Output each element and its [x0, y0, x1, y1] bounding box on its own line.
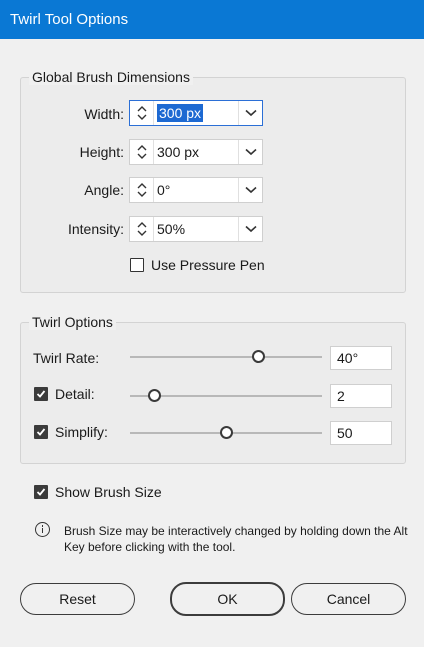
height-value[interactable]: 300 px [154, 140, 238, 164]
pressure-pen-checkbox[interactable] [130, 258, 144, 272]
angle-label: Angle: [84, 182, 124, 198]
intensity-label: Intensity: [67, 221, 124, 237]
checkmark-icon [36, 488, 46, 496]
height-combo[interactable]: 300 px [129, 139, 263, 165]
info-text: Brush Size may be interactively changed … [64, 524, 408, 554]
width-value[interactable]: 300 px [154, 101, 238, 125]
brush-dimensions-label: Global Brush Dimensions [29, 69, 193, 85]
checkmark-icon [36, 390, 46, 398]
width-spinner[interactable] [130, 101, 154, 125]
show-brush-size-label: Show Brush Size [55, 484, 162, 500]
twirl-rate-slider-track[interactable] [130, 356, 322, 358]
twirl-options-label: Twirl Options [29, 314, 116, 330]
ok-button[interactable]: OK [170, 582, 285, 616]
intensity-value[interactable]: 50% [154, 217, 238, 241]
simplify-label: Simplify: [55, 424, 108, 440]
height-label: Height: [79, 144, 124, 160]
spin-arrows-icon [137, 183, 146, 197]
title-bar: Twirl Tool Options [0, 0, 424, 39]
spin-arrows-icon [137, 145, 146, 159]
angle-combo[interactable]: 0° [129, 177, 263, 203]
checkmark-icon [36, 428, 46, 436]
detail-checkbox[interactable] [34, 387, 48, 401]
dialog-title: Twirl Tool Options [10, 11, 129, 28]
width-label: Width: [84, 106, 124, 122]
pressure-pen-label: Use Pressure Pen [151, 257, 265, 273]
angle-spinner[interactable] [130, 178, 154, 202]
simplify-checkbox[interactable] [34, 425, 48, 439]
show-brush-size-checkbox[interactable] [34, 485, 48, 499]
simplify-input[interactable]: 50 [330, 421, 392, 445]
cancel-button[interactable]: Cancel [291, 583, 406, 615]
detail-label: Detail: [55, 386, 95, 402]
width-combo[interactable]: 300 px [129, 100, 263, 126]
twirl-rate-label: Twirl Rate: [33, 350, 100, 366]
twirl-rate-input[interactable]: 40° [330, 346, 392, 370]
intensity-combo[interactable]: 50% [129, 216, 263, 242]
spin-arrows-icon [137, 106, 146, 120]
chevron-down-icon[interactable] [238, 101, 262, 125]
detail-input[interactable]: 2 [330, 384, 392, 408]
chevron-down-icon[interactable] [238, 140, 262, 164]
intensity-spinner[interactable] [130, 217, 154, 241]
reset-button[interactable]: Reset [20, 583, 135, 615]
spin-arrows-icon [137, 222, 146, 236]
info-icon [35, 522, 50, 537]
chevron-down-icon[interactable] [238, 217, 262, 241]
angle-value[interactable]: 0° [154, 178, 238, 202]
height-spinner[interactable] [130, 140, 154, 164]
simplify-slider-thumb[interactable] [219, 426, 233, 439]
chevron-down-icon[interactable] [238, 178, 262, 202]
